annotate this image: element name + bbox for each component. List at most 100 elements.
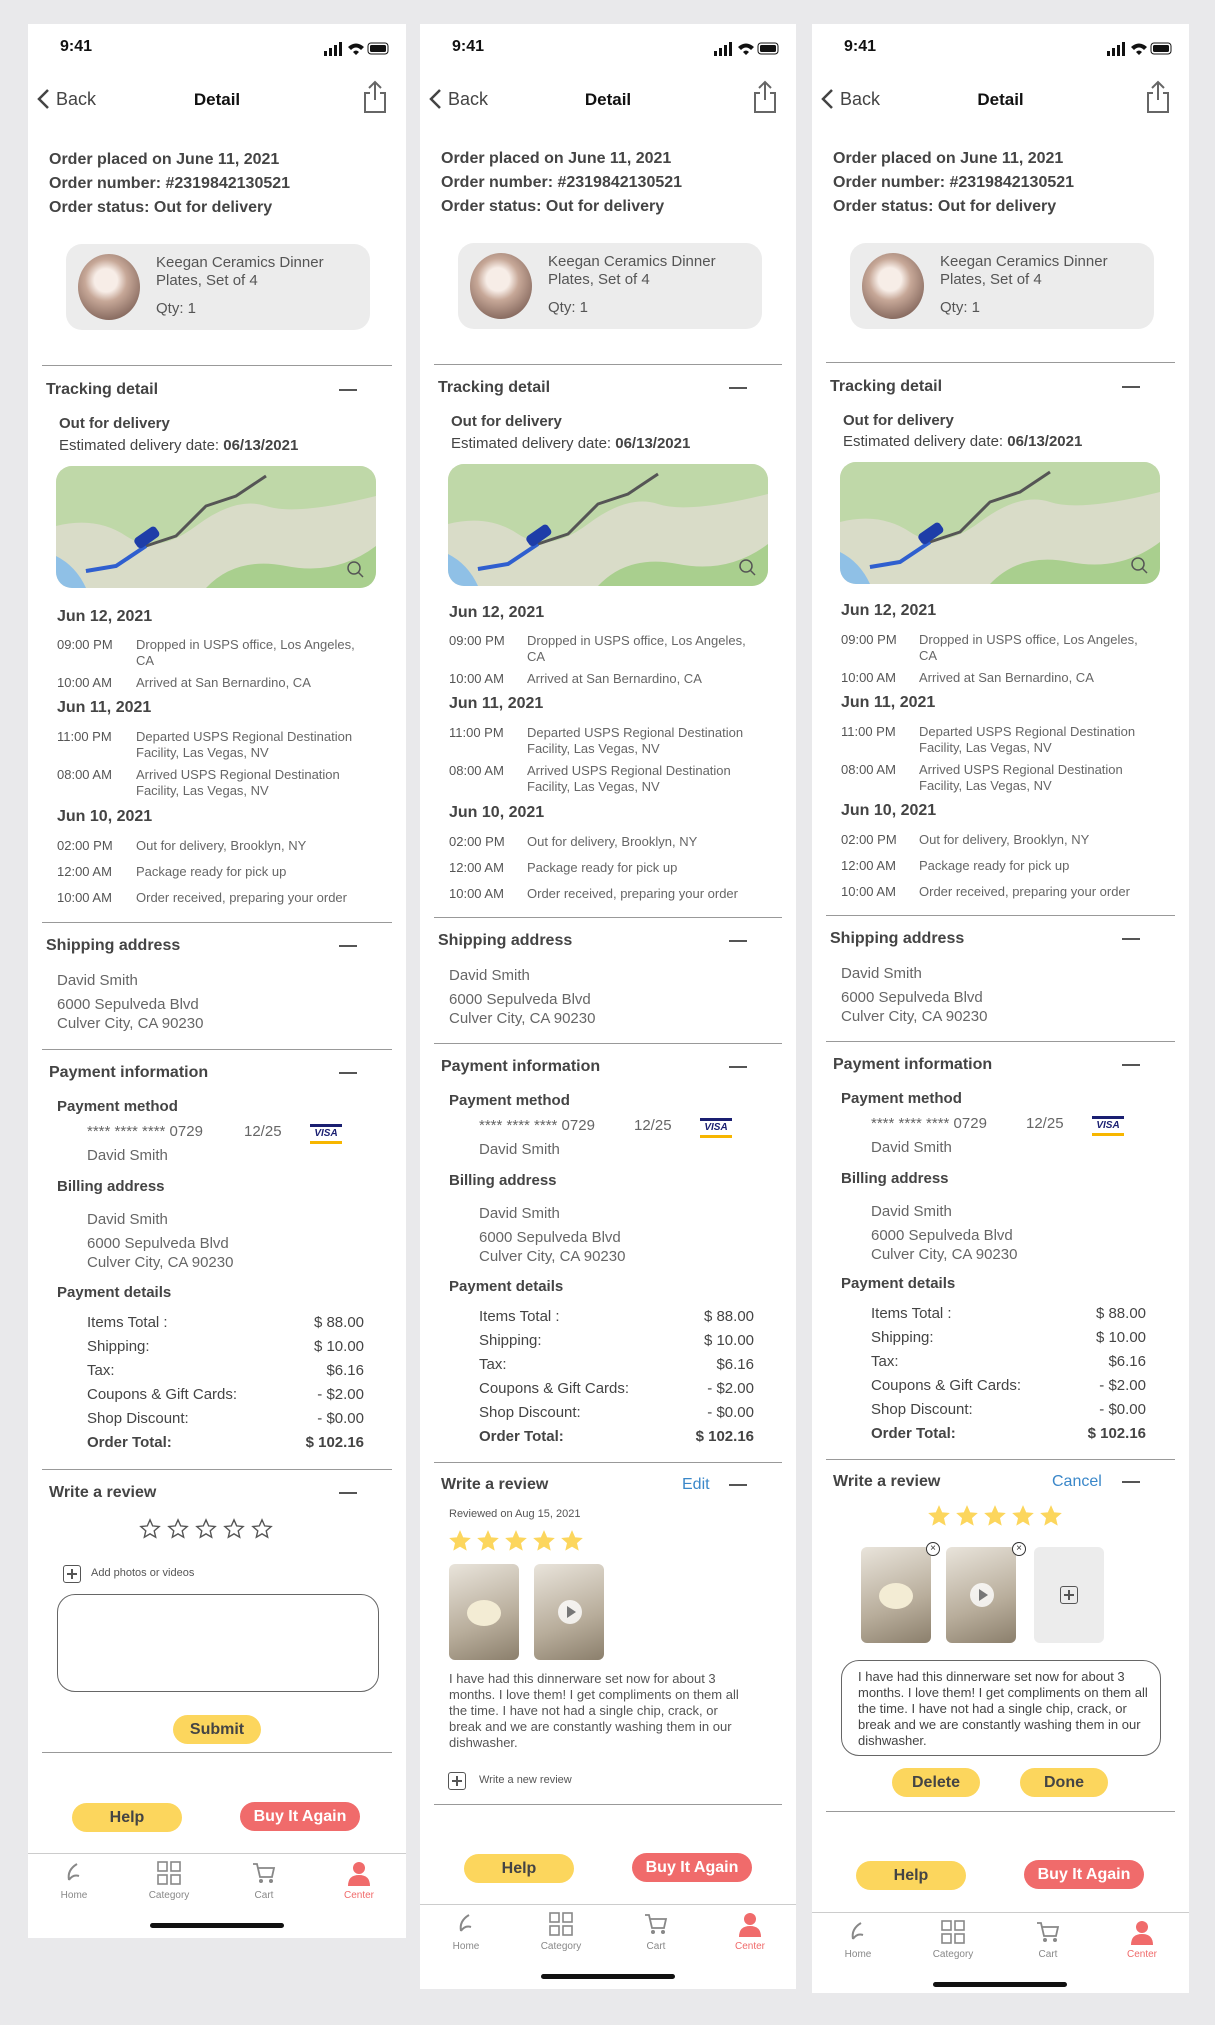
- add-review-icon[interactable]: [448, 1772, 466, 1790]
- add-media-button[interactable]: [1034, 1547, 1104, 1643]
- product-card[interactable]: Keegan Ceramics Dinner Plates, Set of 4 …: [66, 244, 370, 330]
- star-icon[interactable]: [1012, 1505, 1034, 1527]
- review-video[interactable]: [534, 1564, 604, 1660]
- collapse-shipping-icon[interactable]: [729, 940, 747, 942]
- home-indicator: [933, 1982, 1067, 1987]
- cart-icon: [253, 1863, 276, 1883]
- product-card[interactable]: Keegan Ceramics Dinner Plates, Set of 4 …: [458, 243, 762, 329]
- tab-home[interactable]: Home: [436, 1911, 496, 1952]
- review-textarea[interactable]: I have had this dinnerware set now for a…: [841, 1660, 1161, 1756]
- star-icon[interactable]: [251, 1518, 273, 1540]
- star-icon[interactable]: [1040, 1505, 1062, 1527]
- star-icon[interactable]: [984, 1505, 1006, 1527]
- collapse-shipping-icon[interactable]: [339, 945, 357, 947]
- buy-again-button[interactable]: Buy It Again: [240, 1802, 360, 1831]
- order-status: Order status: Out for delivery: [833, 198, 1057, 215]
- grid-icon: [549, 1912, 573, 1936]
- star-icon[interactable]: [223, 1518, 245, 1540]
- event-text: Arrived at San Bernardino, CA: [919, 670, 1094, 685]
- event-text: Dropped in USPS office, Los Angeles, CA: [136, 637, 355, 668]
- event-time: 02:00 PM: [57, 838, 113, 853]
- order-number: Order number: #2319842130521: [441, 174, 683, 191]
- edit-review-link[interactable]: Edit: [682, 1476, 710, 1494]
- rating-input[interactable]: [928, 1505, 1068, 1527]
- tab-center[interactable]: Center: [329, 1860, 389, 1901]
- review-textarea[interactable]: [57, 1594, 379, 1692]
- tab-category[interactable]: Category: [139, 1860, 199, 1901]
- review-photo[interactable]: [449, 1564, 519, 1660]
- collapse-tracking-icon[interactable]: [729, 387, 747, 389]
- tab-home[interactable]: Home: [828, 1919, 888, 1960]
- help-button[interactable]: Help: [72, 1803, 182, 1832]
- star-icon[interactable]: [928, 1505, 950, 1527]
- status-bar: 9:41: [420, 38, 796, 60]
- total-label: Order Total:: [87, 1434, 172, 1451]
- event-text: Package ready for pick up: [527, 860, 678, 875]
- divider: [434, 1462, 782, 1463]
- tab-home[interactable]: Home: [44, 1860, 104, 1901]
- collapse-payment-icon[interactable]: [1122, 1064, 1140, 1066]
- tab-center[interactable]: Center: [720, 1911, 780, 1952]
- star-icon[interactable]: [139, 1518, 161, 1540]
- review-photo[interactable]: [861, 1547, 931, 1643]
- star-icon[interactable]: [167, 1518, 189, 1540]
- remove-photo-icon[interactable]: ×: [926, 1542, 940, 1556]
- star-icon[interactable]: [195, 1518, 217, 1540]
- submit-button[interactable]: Submit: [173, 1715, 261, 1744]
- share-icon[interactable]: [752, 80, 778, 114]
- tab-cart[interactable]: Cart: [1018, 1919, 1078, 1960]
- tab-category[interactable]: Category: [923, 1919, 983, 1960]
- review-video[interactable]: [946, 1547, 1016, 1643]
- tracking-map[interactable]: [448, 464, 768, 586]
- tab-center[interactable]: Center: [1112, 1919, 1172, 1960]
- product-qty: Qty: 1: [940, 299, 981, 316]
- buy-again-button[interactable]: Buy It Again: [1024, 1860, 1144, 1889]
- total-value: $ 102.16: [695, 1428, 754, 1445]
- help-button[interactable]: Help: [464, 1854, 574, 1883]
- buy-again-button[interactable]: Buy It Again: [632, 1853, 752, 1882]
- event-text: Dropped in USPS office, Los Angeles, CA: [919, 632, 1138, 663]
- tracking-status: Out for delivery: [451, 413, 562, 430]
- review-text[interactable]: I have had this dinnerware set now for a…: [858, 1669, 1150, 1749]
- star-icon[interactable]: [956, 1505, 978, 1527]
- screen-detail-reviewed: 9:41 Back Detail Order placed on June 11…: [420, 24, 796, 1989]
- collapse-tracking-icon[interactable]: [339, 389, 357, 391]
- tracking-map[interactable]: [56, 466, 376, 588]
- rating-input[interactable]: [139, 1518, 279, 1540]
- done-button[interactable]: Done: [1020, 1768, 1108, 1797]
- write-new-review-label[interactable]: Write a new review: [479, 1774, 572, 1786]
- help-button[interactable]: Help: [856, 1861, 966, 1890]
- billing-address: David Smith 6000 Sepulveda Blvd Culver C…: [479, 1204, 625, 1266]
- review-header: Write a review: [49, 1484, 157, 1501]
- tab-cart[interactable]: Cart: [234, 1860, 294, 1901]
- event-text: Out for delivery, Brooklyn, NY: [527, 834, 698, 849]
- tracking-map[interactable]: [840, 462, 1160, 584]
- status-bar: 9:41: [28, 38, 406, 60]
- billing-line2: Culver City, CA 90230: [87, 1254, 234, 1271]
- billing-line2: Culver City, CA 90230: [871, 1246, 1018, 1263]
- tab-cart[interactable]: Cart: [626, 1911, 686, 1952]
- cancel-edit-link[interactable]: Cancel: [1052, 1473, 1102, 1491]
- collapse-payment-icon[interactable]: [729, 1066, 747, 1068]
- play-icon: [558, 1600, 582, 1624]
- add-photos-label[interactable]: Add photos or videos: [91, 1567, 194, 1579]
- detail-label: Coupons & Gift Cards:: [479, 1380, 630, 1397]
- star-icon: [477, 1530, 499, 1551]
- collapse-review-icon[interactable]: [729, 1484, 747, 1486]
- share-icon[interactable]: [362, 80, 388, 114]
- tab-category[interactable]: Category: [531, 1911, 591, 1952]
- delete-review-button[interactable]: Delete: [892, 1768, 980, 1797]
- billing-line1: 6000 Sepulveda Blvd: [87, 1235, 229, 1252]
- share-icon[interactable]: [1145, 80, 1171, 114]
- product-card[interactable]: Keegan Ceramics Dinner Plates, Set of 4 …: [850, 243, 1154, 329]
- collapse-review-icon[interactable]: [1122, 1481, 1140, 1483]
- detail-value: $6.16: [716, 1356, 754, 1373]
- collapse-payment-icon[interactable]: [339, 1072, 357, 1074]
- add-photo-icon[interactable]: [63, 1565, 81, 1583]
- collapse-review-icon[interactable]: [339, 1492, 357, 1494]
- detail-label: Coupons & Gift Cards:: [871, 1377, 1022, 1394]
- event-time: 10:00 AM: [841, 884, 896, 899]
- collapse-shipping-icon[interactable]: [1122, 938, 1140, 940]
- collapse-tracking-icon[interactable]: [1122, 386, 1140, 388]
- remove-video-icon[interactable]: ×: [1012, 1542, 1026, 1556]
